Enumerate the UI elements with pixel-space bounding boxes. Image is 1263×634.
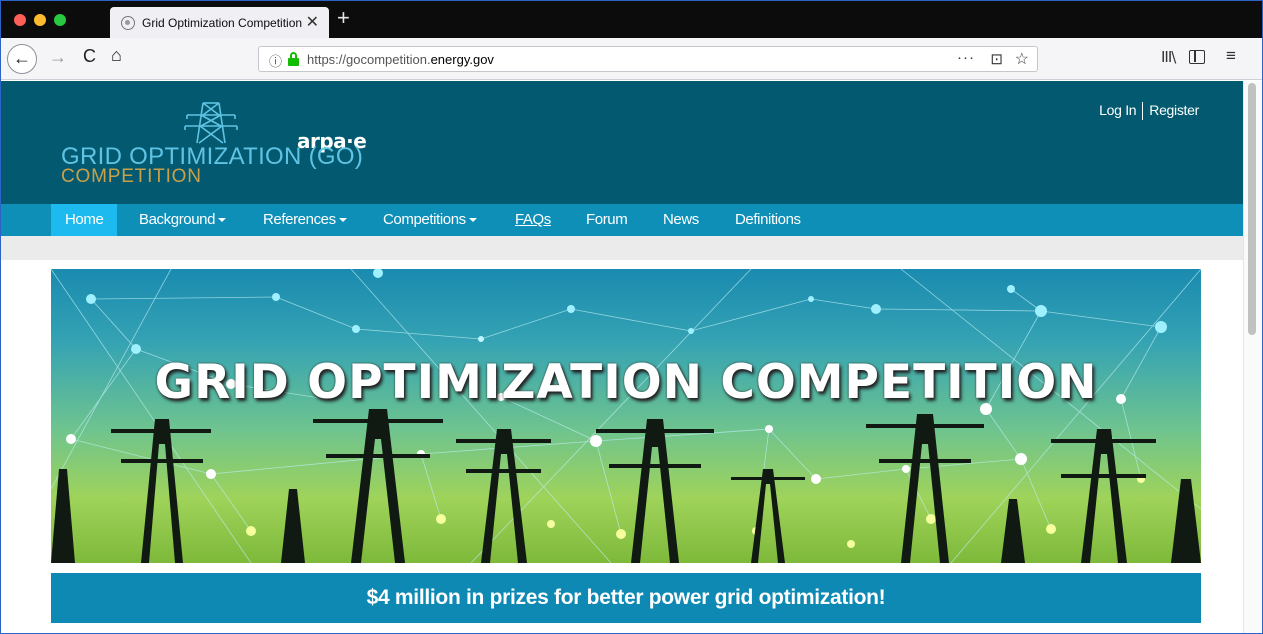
nav-home[interactable]: Home — [51, 204, 118, 236]
browser-tab[interactable]: Grid Optimization Competition ✕ — [110, 7, 329, 38]
go-competition-logo[interactable]: arpa·e GRID OPTIMIZATION (GO) COMPETITIO… — [61, 99, 391, 189]
login-link[interactable]: Log In — [1099, 102, 1136, 118]
auth-links: Log In Register — [1099, 102, 1199, 121]
reload-icon[interactable]: C — [83, 46, 96, 67]
url-bar[interactable]: ⓘ https://gocompetition.energy.gov ··· ⊡… — [258, 46, 1038, 72]
nav-news-label: News — [663, 211, 699, 228]
nav-definitions[interactable]: Definitions — [735, 204, 801, 236]
library-icon[interactable]: III\ — [1161, 48, 1176, 66]
nav-references[interactable]: References — [263, 204, 347, 236]
url-domain: energy.gov — [430, 52, 494, 67]
nav-forum-label: Forum — [586, 211, 628, 228]
nav-background-label: Background — [139, 211, 216, 228]
caret-down-icon — [338, 218, 347, 223]
nav-competitions[interactable]: Competitions — [383, 204, 477, 236]
back-arrow-icon[interactable]: ← — [7, 44, 37, 74]
nav-home-label: Home — [65, 211, 104, 228]
pocket-icon[interactable]: ⊡ — [990, 50, 1003, 68]
bookmark-star-icon[interactable]: ☆ — [1015, 49, 1029, 69]
tab-close-icon[interactable]: ✕ — [306, 12, 319, 32]
site-header: arpa·e GRID OPTIMIZATION (GO) COMPETITIO… — [1, 81, 1243, 204]
new-tab-icon[interactable]: + — [337, 5, 350, 31]
nav-news[interactable]: News — [663, 204, 699, 236]
caret-down-icon — [468, 218, 477, 223]
register-link[interactable]: Register — [1149, 102, 1199, 118]
more-icon[interactable]: ··· — [957, 49, 975, 66]
caret-down-icon — [218, 218, 227, 223]
nav-faqs[interactable]: FAQs — [515, 204, 551, 236]
nav-background[interactable]: Background — [139, 204, 227, 236]
gray-band — [1, 236, 1243, 260]
window-close-button[interactable] — [14, 14, 26, 26]
prize-text: $4 million in prizes for better power gr… — [366, 586, 886, 609]
page-scrollbar[interactable] — [1243, 81, 1262, 633]
hamburger-menu-icon[interactable]: ≡ — [1226, 46, 1236, 66]
info-icon[interactable]: ⓘ — [269, 51, 282, 70]
url-prefix: https://gocompetition. — [307, 52, 431, 67]
lock-icon[interactable] — [288, 52, 299, 66]
hero-banner: GRID OPTIMIZATION COMPETITION — [51, 269, 1201, 563]
scrollbar-thumb[interactable] — [1248, 83, 1256, 335]
home-icon[interactable]: ⌂ — [111, 45, 122, 66]
navigation-toolbar: ← → C ⌂ ⓘ https://gocompetition.energy.g… — [1, 38, 1262, 80]
auth-divider — [1142, 102, 1144, 121]
main-navigation: Home Background References Competitions … — [1, 204, 1243, 236]
nav-competitions-label: Competitions — [383, 211, 466, 228]
tab-title: Grid Optimization Competition — [142, 16, 303, 30]
window-maximize-button[interactable] — [54, 14, 66, 26]
logo-subtitle: COMPETITION — [61, 166, 202, 187]
sidebar-icon[interactable] — [1189, 50, 1205, 64]
tab-strip: Grid Optimization Competition ✕ + — [1, 1, 1262, 38]
favicon-icon — [121, 16, 135, 30]
window-minimize-button[interactable] — [34, 14, 46, 26]
nav-definitions-label: Definitions — [735, 211, 801, 228]
browser-window: Grid Optimization Competition ✕ + ← → C … — [0, 0, 1263, 634]
power-tower-icon — [184, 102, 238, 144]
forward-arrow-icon[interactable]: → — [49, 47, 67, 68]
hero-background-graphic — [51, 269, 1201, 563]
hero-title: GRID OPTIMIZATION COMPETITION — [154, 355, 1098, 410]
nav-references-label: References — [263, 211, 336, 228]
nav-faqs-label: FAQs — [515, 211, 551, 228]
nav-forum[interactable]: Forum — [586, 204, 628, 236]
url-text[interactable]: https://gocompetition.energy.gov — [307, 52, 494, 67]
page-viewport: arpa·e GRID OPTIMIZATION (GO) COMPETITIO… — [1, 81, 1243, 633]
prize-banner: $4 million in prizes for better power gr… — [51, 573, 1201, 623]
